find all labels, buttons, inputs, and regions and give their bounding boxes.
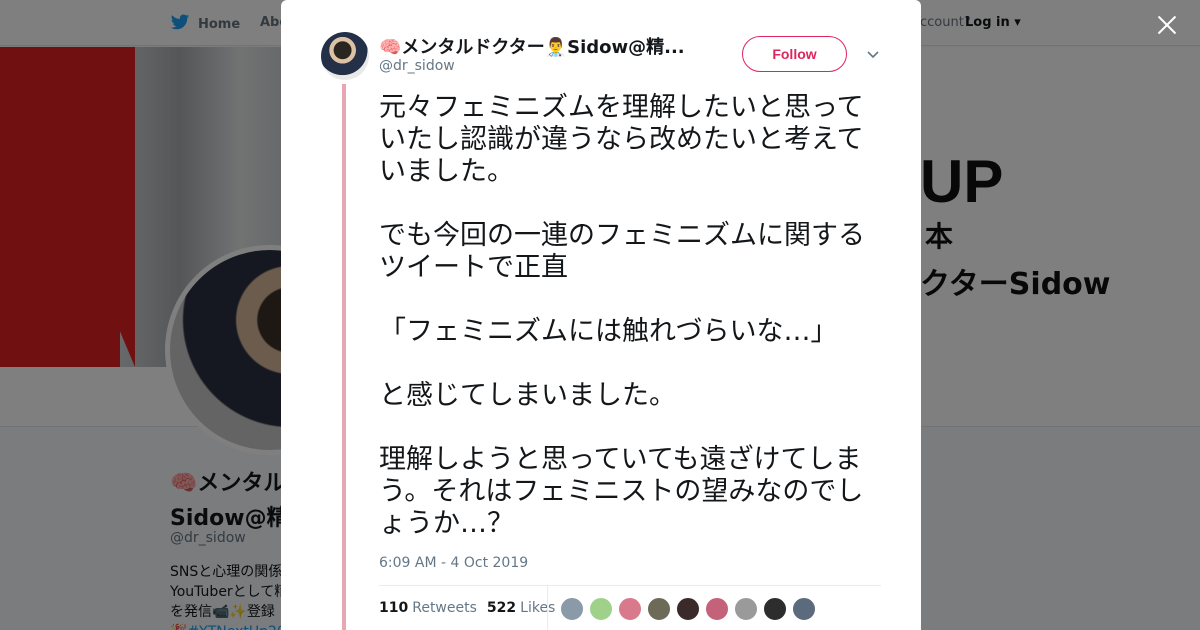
author-avatar[interactable] [321,32,369,80]
author-handle[interactable]: @dr_sidow [379,58,455,74]
tweet-options-button[interactable] [865,46,881,62]
close-modal-button[interactable] [1154,12,1180,38]
chevron-down-icon [867,51,879,59]
liker-avatar[interactable] [792,597,816,621]
likes-stat[interactable]: 522 Likes [487,600,555,616]
stats-vertical-divider [547,586,548,630]
stats-divider [379,585,881,586]
tweet-stats: 110 Retweets 522 Likes [379,600,555,616]
likes-label: Likes [520,600,556,616]
retweets-label: Retweets [412,600,477,616]
follow-button[interactable]: Follow [742,36,847,72]
thread-line [342,84,346,630]
liker-avatar[interactable] [763,597,787,621]
liker-avatar[interactable] [734,597,758,621]
tweet-text: 元々フェミニズムを理解したいと思っていたし認識が違うなら改めたいと考えていました… [379,92,865,539]
liker-avatar[interactable] [560,597,584,621]
liker-avatar[interactable] [618,597,642,621]
retweets-count: 110 [379,600,409,616]
liker-avatar[interactable] [705,597,729,621]
liker-avatar[interactable] [676,597,700,621]
liker-avatars [560,597,816,621]
tweet-modal: 🧠メンタルドクター👨‍⚕️Sidow@精... @dr_sidow Follow… [281,0,921,630]
author-name[interactable]: 🧠メンタルドクター👨‍⚕️Sidow@精... [379,33,689,59]
tweet-timestamp[interactable]: 6:09 AM - 4 Oct 2019 [379,555,528,571]
liker-avatar[interactable] [589,597,613,621]
likes-count: 522 [486,600,517,616]
retweets-stat[interactable]: 110 Retweets [379,600,477,616]
liker-avatar[interactable] [647,597,671,621]
